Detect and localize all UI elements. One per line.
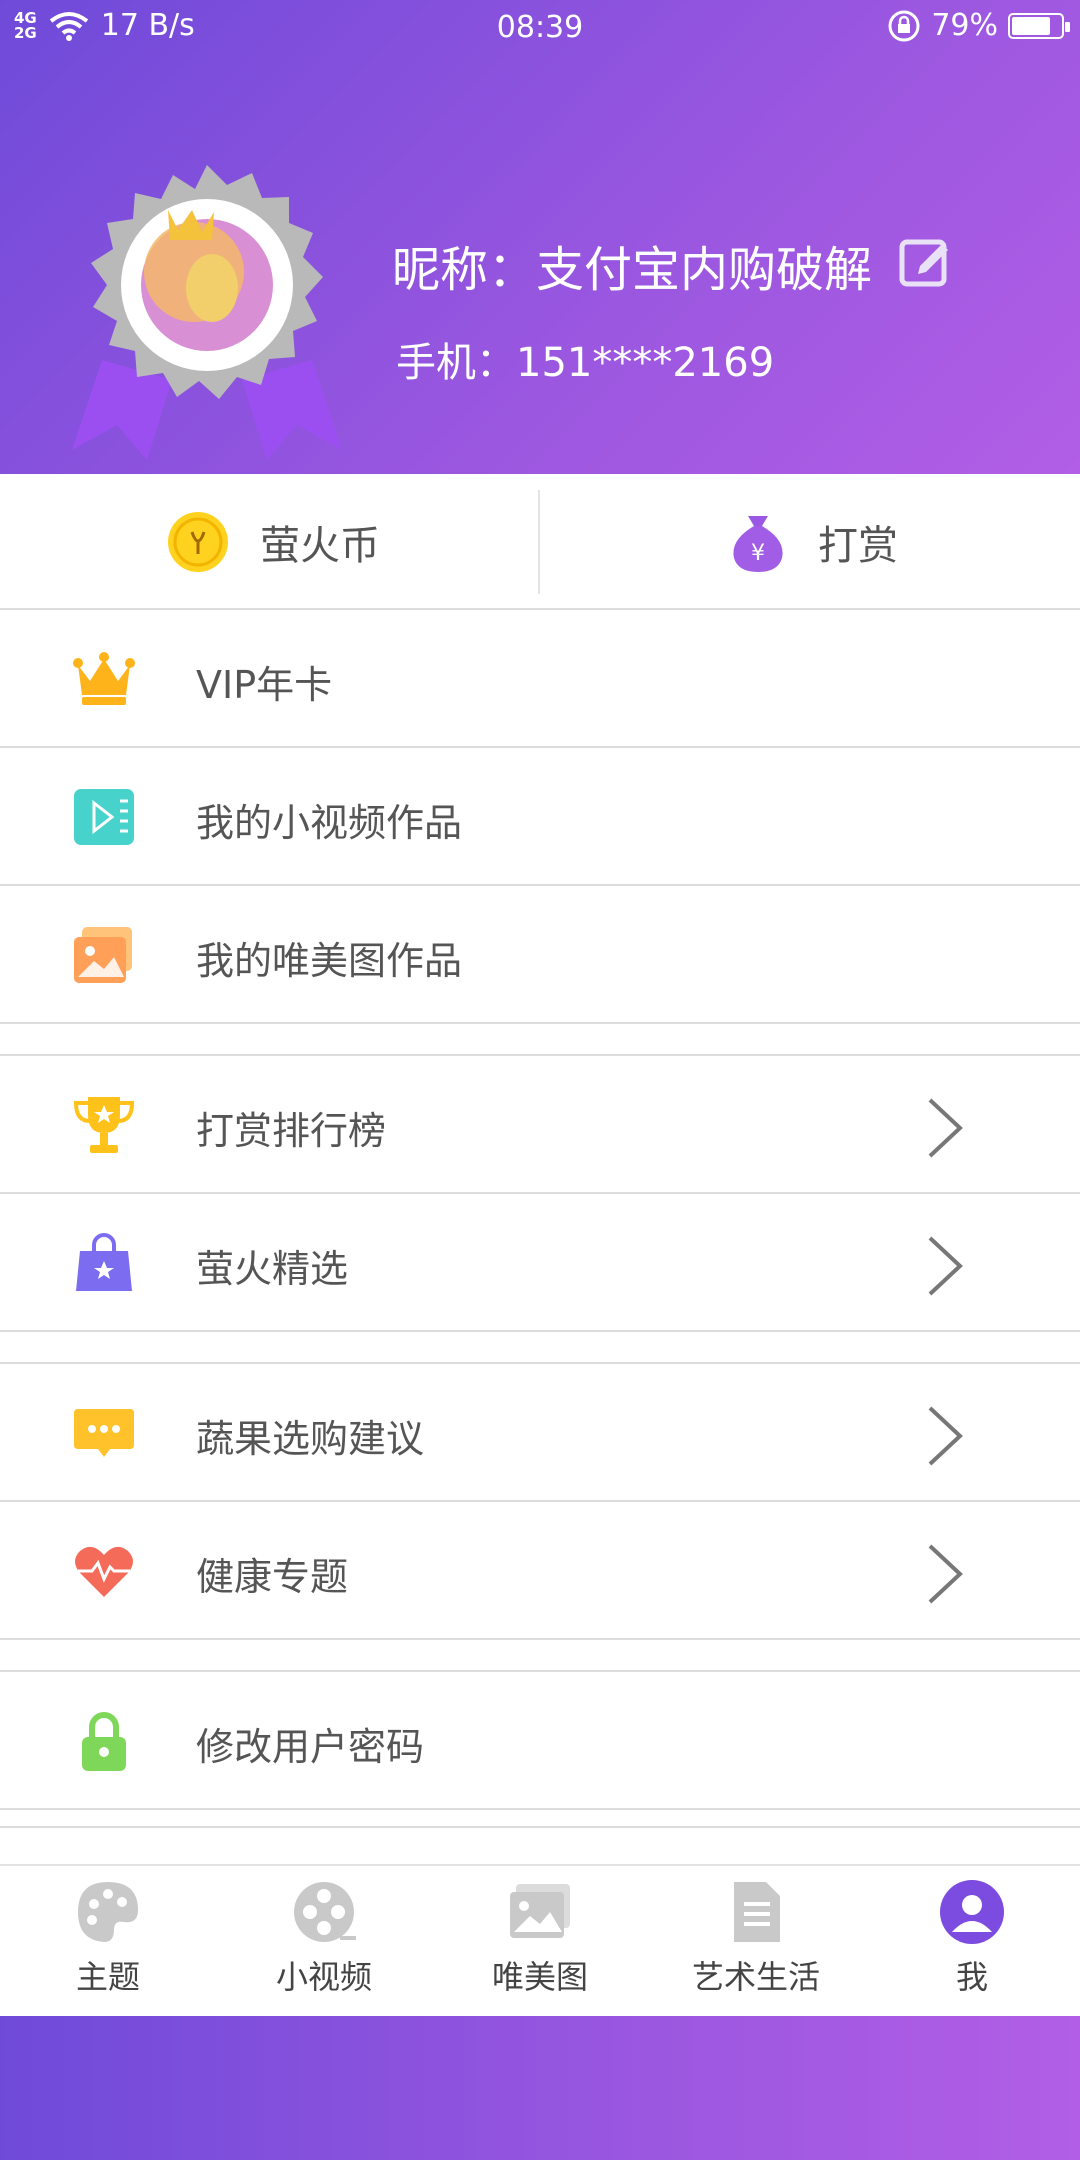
heart-icon bbox=[75, 1546, 133, 1597]
section-gap bbox=[0, 1332, 1080, 1364]
section-gap bbox=[0, 1640, 1080, 1672]
quick-actions: 萤火币 ¥ 打赏 bbox=[0, 474, 1080, 610]
bottom-decoration bbox=[0, 2016, 1080, 2160]
rotation-lock-icon bbox=[888, 10, 920, 41]
document-icon bbox=[734, 1882, 780, 1942]
bottom-tab-bar: 主题 小视频 唯美图 艺术生活 我 bbox=[0, 1864, 1080, 2016]
picture-icon bbox=[510, 1884, 570, 1938]
palette-icon bbox=[78, 1882, 138, 1942]
menu-label-produce-advice: 蔬果选购建议 bbox=[196, 1417, 425, 1461]
section-gap bbox=[0, 1024, 1080, 1056]
menu-item-produce-advice[interactable]: 蔬果选购建议 bbox=[0, 1364, 1080, 1502]
lock-icon bbox=[82, 1712, 126, 1771]
video-icon bbox=[74, 789, 134, 845]
menu-label-my-videos: 我的小视频作品 bbox=[196, 801, 463, 845]
menu-item-change-password[interactable]: 修改用户密码 bbox=[0, 1672, 1080, 1810]
tab-art-life[interactable]: 艺术生活 bbox=[648, 1878, 864, 2014]
tab-label-short-video: 小视频 bbox=[275, 1958, 372, 1996]
user-icon bbox=[940, 1880, 1004, 1944]
battery-icon bbox=[1008, 12, 1070, 39]
menu-label-change-password: 修改用户密码 bbox=[196, 1725, 425, 1769]
menu-item-health-topics[interactable]: 健康专题 bbox=[0, 1502, 1080, 1640]
phone-text: 手机：151****2169 bbox=[396, 340, 775, 386]
coin-label: 萤火币 bbox=[260, 523, 380, 569]
profile-header: 4G 2G 17 B/s 08:39 79% 昵称：支付宝内购破解 手机：151… bbox=[0, 0, 1080, 474]
coin-icon bbox=[168, 512, 228, 572]
menu-label-featured: 萤火精选 bbox=[196, 1247, 349, 1291]
member-badge-avatar[interactable] bbox=[62, 160, 352, 460]
tab-theme[interactable]: 主题 bbox=[0, 1878, 216, 2014]
crown-icon bbox=[73, 652, 135, 705]
chevron-right-icon bbox=[928, 1406, 963, 1466]
section-gap bbox=[0, 1810, 1080, 1828]
trophy-icon bbox=[73, 1097, 135, 1153]
money-bag-icon: ¥ bbox=[733, 516, 783, 572]
menu-item-vip[interactable]: VIP年卡 bbox=[0, 610, 1080, 748]
tab-label-me: 我 bbox=[955, 1958, 988, 1996]
menu-item-my-images[interactable]: 我的唯美图作品 bbox=[0, 886, 1080, 1024]
tab-short-video[interactable]: 小视频 bbox=[216, 1878, 432, 2014]
film-reel-icon bbox=[294, 1882, 356, 1942]
chat-icon bbox=[74, 1409, 134, 1457]
image-icon bbox=[74, 927, 132, 983]
menu-label-vip: VIP年卡 bbox=[196, 663, 333, 707]
edit-icon[interactable] bbox=[898, 234, 952, 288]
coin-button[interactable]: 萤火币 bbox=[166, 474, 380, 610]
svg-text:¥: ¥ bbox=[751, 541, 765, 566]
menu-item-my-videos[interactable]: 我的小视频作品 bbox=[0, 748, 1080, 886]
tab-label-beautiful-pictures: 唯美图 bbox=[491, 1958, 588, 1996]
nickname-text: 昵称：支付宝内购破解 bbox=[392, 242, 873, 298]
chevron-right-icon bbox=[928, 1236, 963, 1296]
battery-percent: 79% bbox=[931, 8, 998, 43]
reward-label: 打赏 bbox=[818, 523, 898, 569]
chevron-right-icon bbox=[928, 1544, 963, 1604]
menu-item-featured[interactable]: 萤火精选 bbox=[0, 1194, 1080, 1332]
tab-beautiful-pictures[interactable]: 唯美图 bbox=[432, 1878, 648, 2014]
tab-me[interactable]: 我 bbox=[864, 1878, 1080, 2014]
menu-label-health-topics: 健康专题 bbox=[196, 1555, 349, 1599]
reward-button[interactable]: ¥ 打赏 bbox=[728, 474, 898, 610]
menu-item-reward-ranking[interactable]: 打赏排行榜 bbox=[0, 1056, 1080, 1194]
menu-label-my-images: 我的唯美图作品 bbox=[196, 939, 463, 983]
menu-label-reward-ranking: 打赏排行榜 bbox=[196, 1109, 387, 1153]
quick-divider bbox=[538, 490, 540, 594]
shopping-bag-icon bbox=[76, 1233, 132, 1291]
status-bar: 4G 2G 17 B/s 08:39 79% bbox=[0, 0, 1080, 56]
chevron-right-icon bbox=[928, 1098, 963, 1158]
tab-label-theme: 主题 bbox=[75, 1958, 140, 1996]
tab-label-art-life: 艺术生活 bbox=[691, 1958, 820, 1996]
